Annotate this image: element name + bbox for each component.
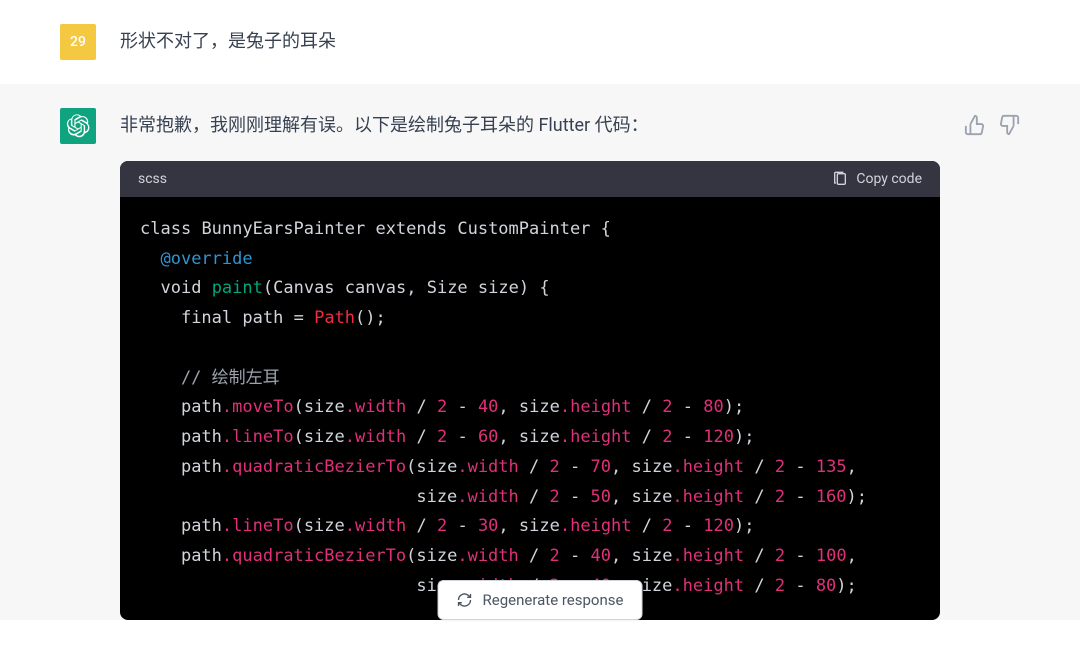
copy-code-label: Copy code xyxy=(856,171,922,187)
openai-logo-icon xyxy=(66,114,90,138)
user-message-content: 形状不对了，是兔子的耳朵 xyxy=(120,24,1020,57)
thumbs-up-icon[interactable] xyxy=(964,114,986,136)
chat-container: 29 形状不对了，是兔子的耳朵 非常抱歉，我刚刚理解有误。以下是绘制兔子耳朵的 … xyxy=(0,0,1080,620)
user-message-block: 29 形状不对了，是兔子的耳朵 xyxy=(0,0,1080,84)
copy-code-button[interactable]: Copy code xyxy=(832,171,922,187)
user-message-text: 形状不对了，是兔子的耳朵 xyxy=(120,24,1020,57)
regenerate-button[interactable]: Regenerate response xyxy=(438,580,643,620)
assistant-message-body: 非常抱歉，我刚刚理解有误。以下是绘制兔子耳朵的 Flutter 代码： scss… xyxy=(120,108,940,620)
user-avatar: 29 xyxy=(60,24,96,60)
code-content[interactable]: class BunnyEarsPainter extends CustomPai… xyxy=(120,197,940,620)
regenerate-label: Regenerate response xyxy=(483,591,624,609)
assistant-message-block: 非常抱歉，我刚刚理解有误。以下是绘制兔子耳朵的 Flutter 代码： scss… xyxy=(0,84,1080,620)
code-block: scss Copy code class BunnyEarsPainter ex… xyxy=(120,161,940,620)
assistant-avatar xyxy=(60,108,96,144)
thumbs-down-icon[interactable] xyxy=(998,114,1020,136)
code-header: scss Copy code xyxy=(120,161,940,197)
feedback-buttons xyxy=(964,108,1020,136)
assistant-message-text: 非常抱歉，我刚刚理解有误。以下是绘制兔子耳朵的 Flutter 代码： xyxy=(120,108,940,141)
clipboard-icon xyxy=(832,171,848,187)
refresh-icon xyxy=(457,592,473,608)
code-language-label: scss xyxy=(138,171,167,187)
